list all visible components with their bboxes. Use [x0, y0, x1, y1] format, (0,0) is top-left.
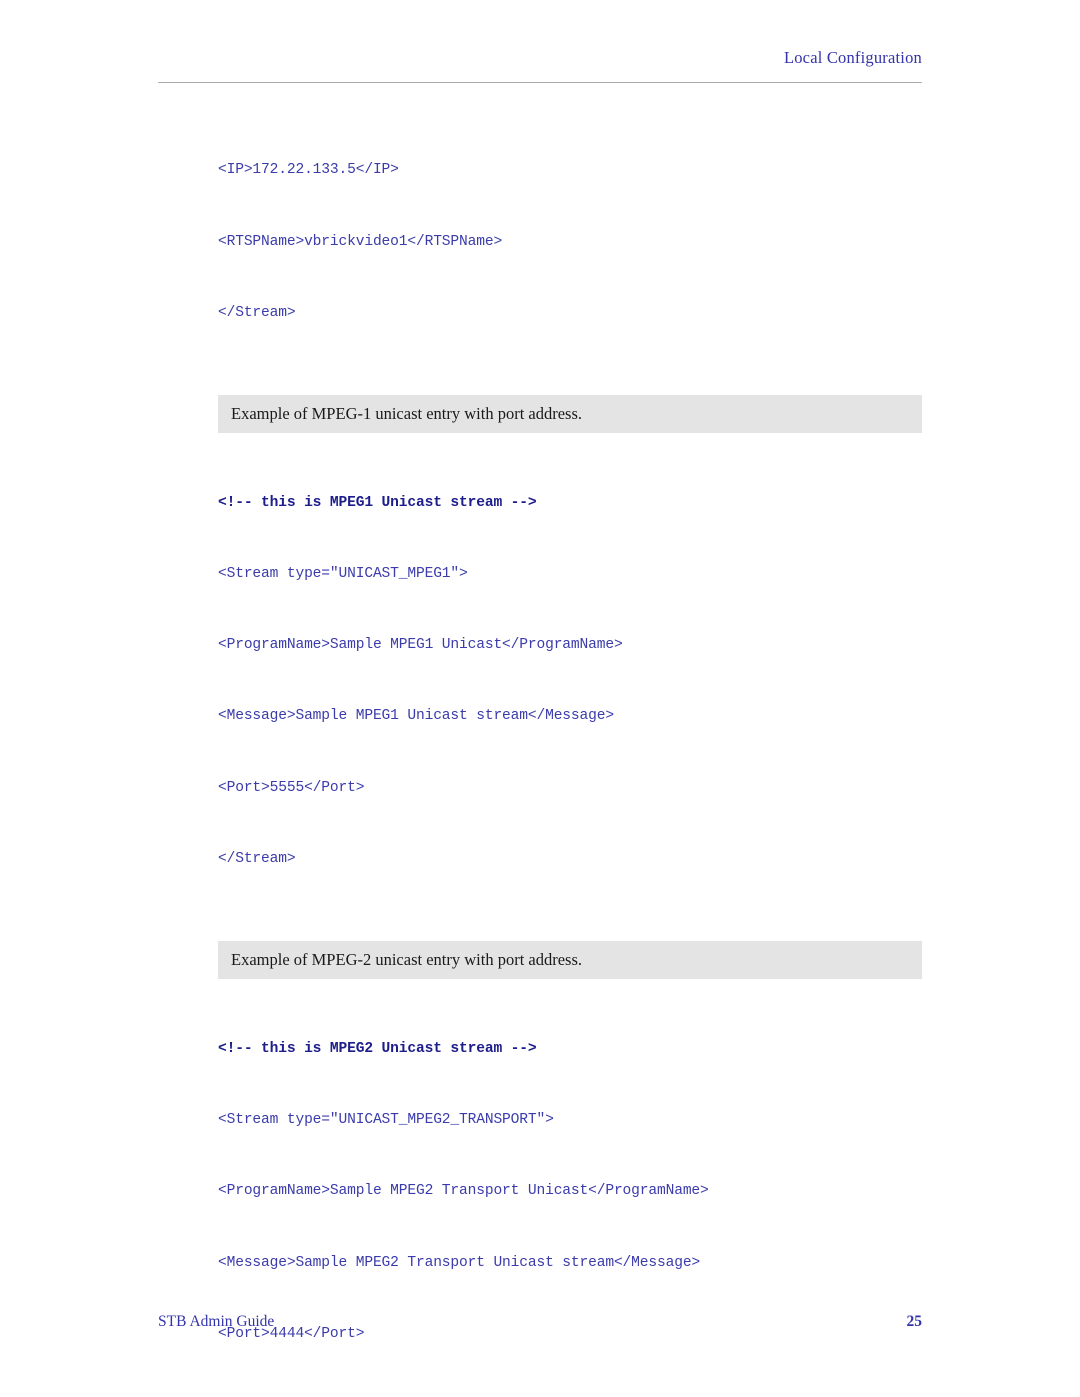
code-line: <Message>Sample MPEG1 Unicast stream</Me…: [218, 708, 614, 725]
page-header: Local Configuration: [158, 48, 922, 80]
document-page: Local Configuration <IP>172.22.133.5</IP…: [0, 0, 1080, 1397]
code-line: </Stream>: [218, 304, 296, 321]
page-content: <IP>172.22.133.5</IP> <RTSPName>vbrickvi…: [218, 112, 922, 1397]
code-comment-line: <!-- this is MPEG2 Unicast stream -->: [218, 1041, 537, 1058]
code-line: <ProgramName>Sample MPEG2 Transport Unic…: [218, 1183, 709, 1200]
code-block-intro: <IP>172.22.133.5</IP> <RTSPName>vbrickvi…: [218, 112, 922, 373]
code-line: <Stream type="UNICAST_MPEG1">: [218, 566, 468, 583]
caption-mpeg1-unicast: Example of MPEG-1 unicast entry with por…: [218, 394, 922, 433]
code-line: <Stream type="UNICAST_MPEG2_TRANSPORT">: [218, 1112, 554, 1129]
code-line: <RTSPName>vbrickvideo1</RTSPName>: [218, 233, 503, 250]
footer-page-number: 25: [906, 1313, 923, 1330]
caption-mpeg2-unicast: Example of MPEG-2 unicast entry with por…: [218, 940, 922, 979]
code-line: </Stream>: [218, 850, 296, 867]
header-divider: [158, 82, 922, 83]
code-line: <Message>Sample MPEG2 Transport Unicast …: [218, 1254, 701, 1271]
code-line: <Port>5555</Port>: [218, 779, 365, 796]
code-line: <ProgramName>Sample MPEG1 Unicast</Progr…: [218, 637, 623, 654]
code-block-mpeg1-unicast: <!-- this is MPEG1 Unicast stream --> <S…: [218, 445, 922, 919]
header-chapter-title: Local Configuration: [783, 48, 922, 67]
page-footer: STB Admin Guide 25: [158, 1313, 922, 1337]
code-line: <IP>172.22.133.5</IP>: [218, 162, 399, 179]
code-comment-line: <!-- this is MPEG1 Unicast stream -->: [218, 495, 537, 512]
footer-document-title: STB Admin Guide: [158, 1313, 275, 1330]
